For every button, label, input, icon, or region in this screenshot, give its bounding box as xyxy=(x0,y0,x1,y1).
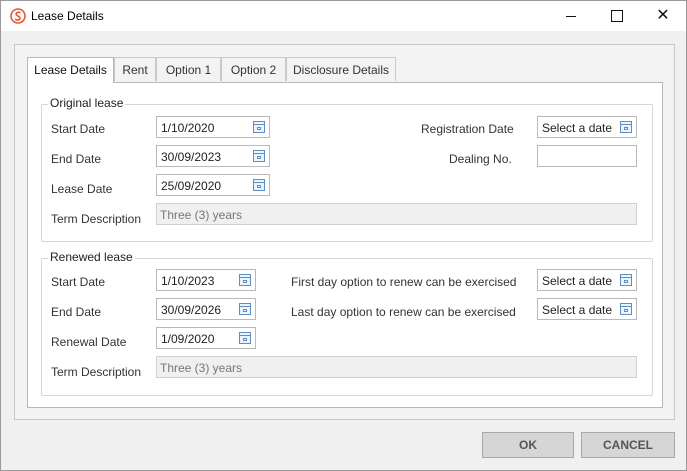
cancel-button[interactable]: CANCEL xyxy=(581,432,675,458)
window-title: Lease Details xyxy=(31,9,104,23)
maximize-icon xyxy=(611,10,623,22)
close-button[interactable]: ✕ xyxy=(640,1,686,31)
calendar-icon[interactable] xyxy=(253,179,265,191)
renewed-start-date-label: Start Date xyxy=(51,275,106,289)
renewed-term-description-field: Three (3) years xyxy=(156,356,637,378)
dealing-no-input[interactable] xyxy=(537,145,637,167)
app-logo-icon xyxy=(10,8,26,24)
calendar-icon[interactable] xyxy=(253,150,265,162)
title-bar: Lease Details ✕ xyxy=(1,1,686,31)
calendar-icon[interactable] xyxy=(620,303,632,315)
ok-button[interactable]: OK xyxy=(482,432,574,458)
lease-date-label: Lease Date xyxy=(51,182,113,196)
last-day-option-label: Last day option to renew can be exercise… xyxy=(291,305,516,319)
renewal-date-label: Renewal Date xyxy=(51,335,127,349)
calendar-icon[interactable] xyxy=(239,274,251,286)
renewed-start-date-value: 1/10/2023 xyxy=(161,274,215,288)
renewed-lease-title: Renewed lease xyxy=(48,250,135,264)
registration-date-value: Select a date xyxy=(542,121,613,135)
original-lease-title: Original lease xyxy=(48,96,126,110)
original-end-date-picker[interactable]: 30/09/2023 xyxy=(156,145,270,167)
tab-lease-details[interactable]: Lease Details xyxy=(27,57,114,83)
original-start-date-value: 1/10/2020 xyxy=(161,121,215,135)
renewed-end-date-label: End Date xyxy=(51,305,102,319)
calendar-icon[interactable] xyxy=(620,274,632,286)
first-day-option-value: Select a date xyxy=(542,274,613,288)
minimize-button[interactable] xyxy=(548,1,594,31)
renewal-date-picker[interactable]: 1/09/2020 xyxy=(156,327,256,349)
registration-date-picker[interactable]: Select a date xyxy=(537,116,637,138)
close-icon: ✕ xyxy=(656,7,670,24)
renewed-start-date-picker[interactable]: 1/10/2023 xyxy=(156,269,256,291)
calendar-icon[interactable] xyxy=(239,332,251,344)
original-term-description-label: Term Description xyxy=(51,212,142,226)
last-day-option-date-picker[interactable]: Select a date xyxy=(537,298,637,320)
renewed-term-description-label: Term Description xyxy=(51,365,142,379)
dialog-window: Lease Details ✕ Lease Details Rent Optio… xyxy=(0,0,687,471)
calendar-icon[interactable] xyxy=(253,121,265,133)
original-end-date-value: 30/09/2023 xyxy=(161,150,222,164)
original-start-date-label: Start Date xyxy=(51,122,106,136)
renewed-term-description-value: Three (3) years xyxy=(160,361,243,375)
original-term-description-value: Three (3) years xyxy=(160,208,243,222)
tab-option-1[interactable]: Option 1 xyxy=(156,57,221,81)
lease-date-picker[interactable]: 25/09/2020 xyxy=(156,174,270,196)
first-day-option-label: First day option to renew can be exercis… xyxy=(291,275,517,289)
dealing-no-label: Dealing No. xyxy=(449,152,512,166)
original-term-description-field: Three (3) years xyxy=(156,203,637,225)
lease-date-value: 25/09/2020 xyxy=(161,179,222,193)
tab-disclosure-details[interactable]: Disclosure Details xyxy=(286,57,396,81)
original-end-date-label: End Date xyxy=(51,152,102,166)
renewed-end-date-value: 30/09/2026 xyxy=(161,303,222,317)
first-day-option-date-picker[interactable]: Select a date xyxy=(537,269,637,291)
minimize-icon xyxy=(566,15,576,17)
renewal-date-value: 1/09/2020 xyxy=(161,332,215,346)
registration-date-label: Registration Date xyxy=(421,122,514,136)
calendar-icon[interactable] xyxy=(239,303,251,315)
tab-rent[interactable]: Rent xyxy=(114,57,156,81)
original-start-date-picker[interactable]: 1/10/2020 xyxy=(156,116,270,138)
maximize-button[interactable] xyxy=(594,1,640,31)
lease-details-pane: Original lease Start Date 1/10/2020 End … xyxy=(27,82,663,408)
calendar-icon[interactable] xyxy=(620,121,632,133)
last-day-option-value: Select a date xyxy=(542,303,613,317)
renewed-end-date-picker[interactable]: 30/09/2026 xyxy=(156,298,256,320)
tab-option-2[interactable]: Option 2 xyxy=(221,57,286,81)
